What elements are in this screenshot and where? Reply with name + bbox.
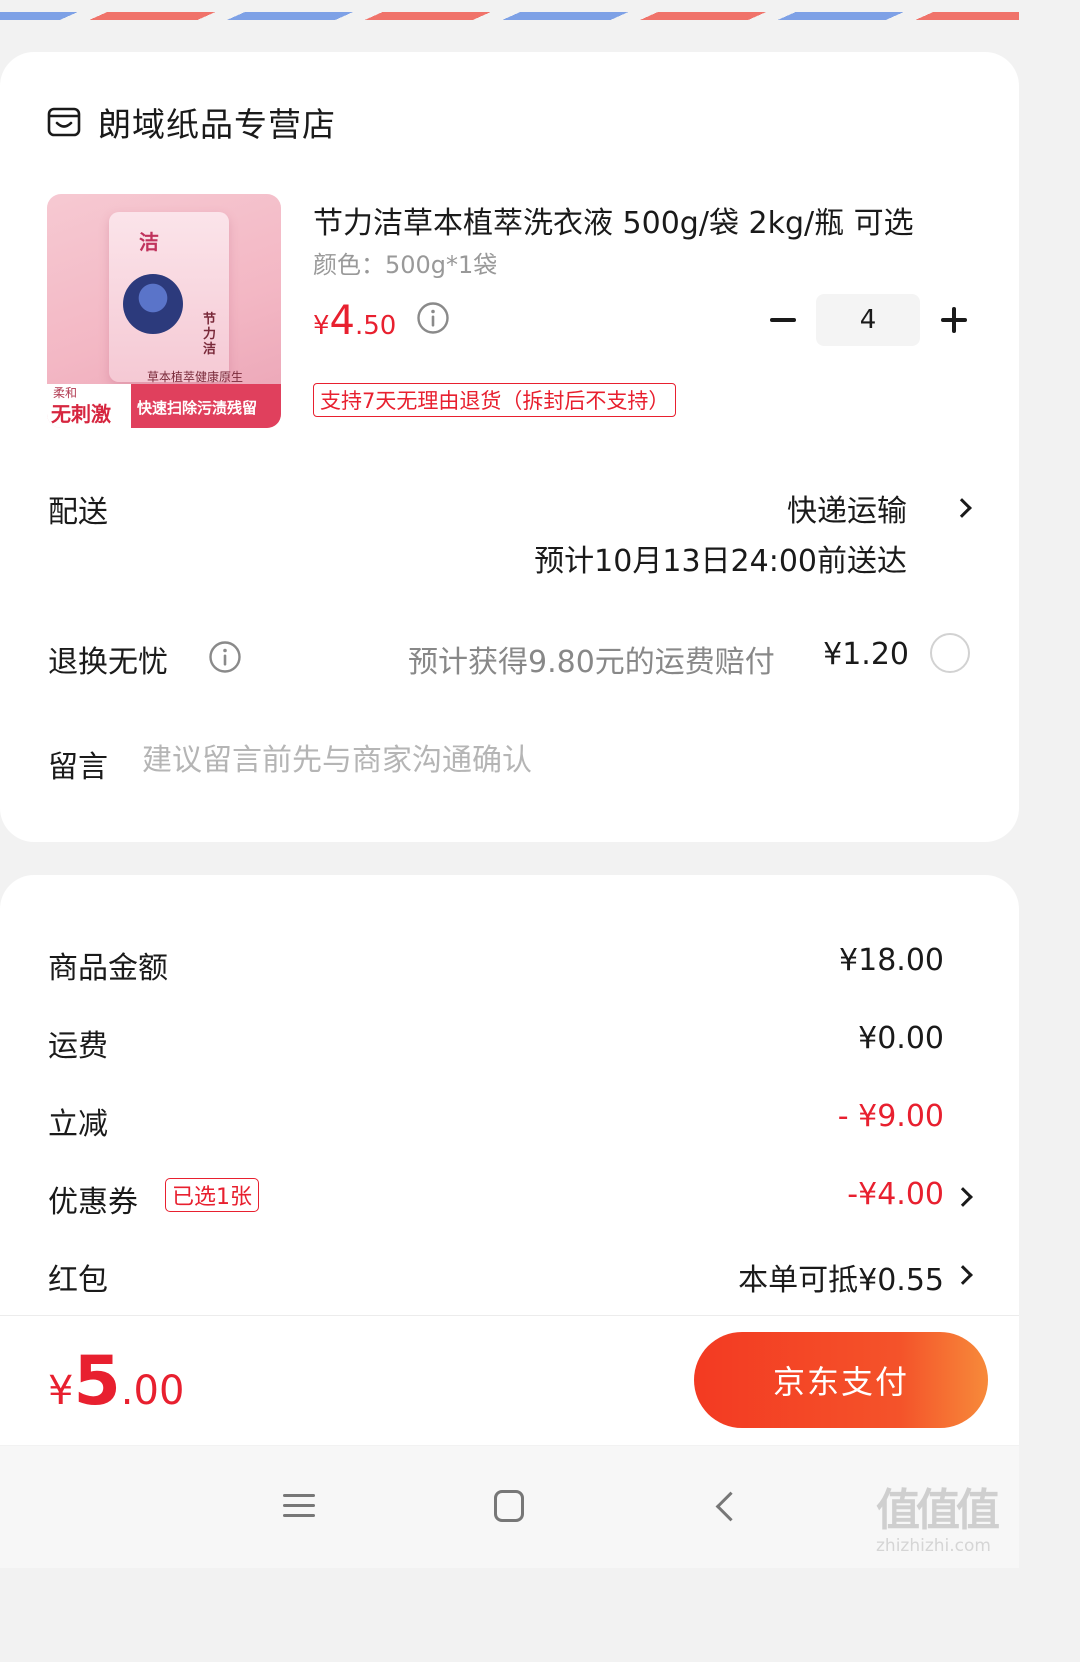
red-packet-row[interactable]: 红包 本单可抵¥0.55	[48, 1255, 972, 1299]
shipping-fee-label: 运费	[48, 1029, 108, 1064]
airmail-border-cover	[0, 0, 1019, 12]
worry-free-info-icon[interactable]	[208, 640, 242, 674]
chevron-right-icon[interactable]	[956, 1185, 972, 1211]
quantity-increase-button[interactable]	[934, 294, 974, 346]
home-icon[interactable]	[494, 1490, 524, 1522]
worry-free-price: ¥1.20	[823, 637, 909, 672]
coupon-label: 优惠券	[48, 1185, 138, 1220]
quantity-input[interactable]: 4	[816, 294, 920, 346]
coupon-selected-badge: 已选1张	[165, 1178, 259, 1212]
order-card	[0, 52, 1019, 842]
message-input[interactable]	[142, 738, 962, 782]
unit-price-decimal: .50	[355, 311, 397, 341]
banner-herbal-text: 草本植萃健康原生	[147, 370, 244, 384]
store-icon	[47, 107, 81, 137]
red-packet-label: 红包	[48, 1263, 108, 1298]
product-image-banner: 草本植萃健康原生 柔和 无刺激 快速扫除污渍残留	[47, 370, 281, 428]
store-header[interactable]: 朗域纸品专营店	[46, 98, 336, 146]
product-package: 洁 节力洁	[109, 212, 229, 382]
menu-icon[interactable]	[283, 1492, 315, 1520]
instant-discount-value: - ¥9.00	[837, 1099, 944, 1134]
delivery-label: 配送	[48, 495, 108, 530]
total-price: ¥ 5 .00	[48, 1342, 184, 1421]
quantity-decrease-button[interactable]	[764, 294, 804, 346]
package-illustration	[123, 274, 183, 334]
worry-free-label: 退换无忧	[48, 645, 168, 680]
delivery-method[interactable]: 快递运输	[787, 486, 907, 530]
unit-price-integer: 4	[329, 298, 355, 344]
worry-free-description: 预计获得9.80元的运费赔付	[408, 645, 775, 680]
product-image[interactable]: 洁 节力洁 草本植萃健康原生 柔和 无刺激 快速扫除污渍残留	[47, 194, 281, 428]
shipping-fee-row: 运费 ¥0.00	[48, 1021, 972, 1065]
watermark-site: zhizhizhi.com	[876, 1536, 991, 1556]
shipping-fee-value: ¥0.00	[858, 1021, 944, 1056]
total-price-symbol: ¥	[48, 1368, 74, 1414]
product-title[interactable]: 节力洁草本植萃洗衣液 500g/袋 2kg/瓶 可选	[313, 198, 953, 242]
goods-amount-value: ¥18.00	[839, 943, 944, 978]
coupon-value: -¥4.00	[847, 1177, 944, 1212]
delivery-eta: 预计10月13日24:00前送达	[534, 544, 907, 579]
goods-amount-label: 商品金额	[48, 951, 168, 986]
return-policy-badge: 支持7天无理由退货（拆封后不支持）	[313, 383, 677, 417]
back-icon[interactable]	[712, 1488, 738, 1524]
goods-amount-row: 商品金额 ¥18.00	[48, 943, 972, 987]
banner-no-irritation-text: 无刺激	[51, 402, 111, 426]
unit-price: ¥ 4 .50	[313, 298, 396, 344]
instant-discount-label: 立减	[48, 1107, 108, 1142]
chevron-right-icon[interactable]	[956, 1263, 972, 1289]
watermark: 值值值 zhizhizhi.com	[876, 1474, 1016, 1564]
price-info-icon[interactable]	[416, 301, 450, 335]
red-packet-value: 本单可抵¥0.55	[738, 1263, 944, 1298]
unit-price-symbol: ¥	[313, 311, 330, 341]
instant-discount-row: 立减 - ¥9.00	[48, 1099, 972, 1143]
package-product-name: 节力洁	[203, 312, 217, 357]
total-price-integer: 5	[73, 1342, 121, 1421]
jd-pay-button[interactable]: 京东支付	[694, 1332, 988, 1428]
watermark-logo: 值值值	[876, 1485, 1000, 1536]
package-brand-mark: 洁	[139, 230, 159, 254]
total-price-decimal: .00	[120, 1368, 185, 1414]
message-label: 留言	[48, 750, 108, 785]
coupon-row[interactable]: 优惠券 已选1张 -¥4.00	[48, 1177, 972, 1221]
store-name: 朗域纸品专营店	[98, 105, 336, 144]
worry-free-radio[interactable]	[930, 633, 970, 673]
chevron-right-icon[interactable]	[955, 496, 971, 522]
product-spec[interactable]: 颜色：500g*1袋	[313, 245, 497, 280]
banner-remove-stains-text: 快速扫除污渍残留	[137, 399, 258, 417]
